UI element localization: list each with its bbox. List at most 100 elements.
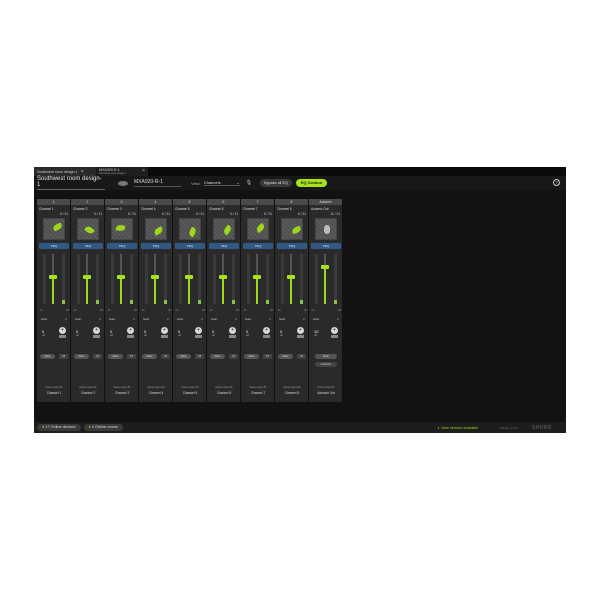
gain-stepper[interactable]: 0 dB +	[245, 327, 271, 341]
mute-button[interactable]: Mute	[40, 354, 55, 359]
fader-knob[interactable]	[287, 274, 295, 279]
strip-name[interactable]: Channel 3	[107, 207, 122, 211]
plus-icon[interactable]: +	[127, 327, 134, 334]
gain-stepper[interactable]: 10 dB +	[313, 327, 339, 341]
tab-device[interactable]: MXA920-R-1 Southwest room design-1 ×	[96, 167, 148, 176]
gain-stepper[interactable]: 0 dB +	[211, 327, 237, 341]
strip-name[interactable]: Channel 4	[141, 207, 156, 211]
plus-icon[interactable]: +	[195, 327, 202, 334]
online-devices-button[interactable]: ● 17 Online devices	[37, 424, 81, 431]
close-icon[interactable]: ×	[142, 168, 145, 174]
gain-stepper[interactable]: 0 dB +	[143, 327, 169, 341]
peq-button[interactable]: PEQ	[175, 243, 205, 249]
peq-button[interactable]: PEQ	[243, 243, 273, 249]
fader-knob[interactable]	[83, 274, 91, 279]
minus-icon[interactable]	[59, 335, 66, 338]
channel-toggle[interactable]: Off	[161, 354, 170, 359]
fader-knob[interactable]	[253, 274, 261, 279]
gain-stepper[interactable]: 0 dB +	[109, 327, 135, 341]
channel-toggle[interactable]: Off	[229, 354, 238, 359]
automix-icon[interactable]	[315, 218, 337, 240]
peq-button[interactable]: PEQ	[311, 243, 341, 249]
plus-icon[interactable]: +	[263, 327, 270, 334]
coverage-lobe-icon[interactable]	[111, 218, 133, 240]
channel-toggle[interactable]: Off	[93, 354, 102, 359]
link-icon[interactable]: ∞	[337, 317, 339, 321]
peq-button[interactable]: PEQ	[107, 243, 137, 249]
minus-icon[interactable]	[229, 335, 236, 338]
plus-icon[interactable]: +	[161, 327, 168, 334]
mute-button[interactable]: Mute	[74, 354, 89, 359]
gain-stepper[interactable]: 0 dB +	[177, 327, 203, 341]
install-mtx-button[interactable]: Install Mtx	[315, 362, 337, 367]
mute-button[interactable]: Mute	[244, 354, 259, 359]
fader-knob[interactable]	[219, 274, 227, 279]
plus-icon[interactable]: +	[59, 327, 66, 334]
tab-room-design[interactable]: Southwest room design-1 ×	[34, 167, 96, 176]
plus-icon[interactable]: +	[229, 327, 236, 334]
minus-icon[interactable]	[93, 335, 100, 338]
fader-knob[interactable]	[117, 274, 125, 279]
link-icon[interactable]: ∞	[269, 317, 271, 321]
minus-icon[interactable]	[161, 335, 168, 338]
minus-icon[interactable]	[195, 335, 202, 338]
eq-contour-button[interactable]: EQ Contour	[295, 179, 328, 187]
mute-button[interactable]: Mute	[176, 354, 191, 359]
bypass-all-eq-button[interactable]: Bypass all EQ	[260, 179, 292, 187]
view-select[interactable]: Channels ⌄	[203, 180, 240, 186]
gain-stepper[interactable]: 0 dB +	[75, 327, 101, 341]
link-icon[interactable]: ∞	[235, 317, 237, 321]
plus-icon[interactable]: +	[331, 327, 338, 334]
link-icon[interactable]: ∞	[167, 317, 169, 321]
mute-button[interactable]: Mute	[108, 354, 123, 359]
channel-toggle[interactable]: Off	[59, 354, 68, 359]
link-icon[interactable]: ∞	[65, 317, 67, 321]
link-icon[interactable]: ∞	[303, 317, 305, 321]
strip-name[interactable]: Channel 5	[175, 207, 190, 211]
peq-button[interactable]: PEQ	[73, 243, 103, 249]
coverage-lobe-icon[interactable]	[179, 218, 201, 240]
strip-name[interactable]: Channel 1	[39, 207, 54, 211]
link-icon[interactable]: ∞	[99, 317, 101, 321]
minus-icon[interactable]	[263, 335, 270, 338]
mute-button[interactable]: Mute	[315, 354, 337, 359]
strip-name[interactable]: Automix Out	[311, 207, 329, 211]
channel-toggle[interactable]: Off	[195, 354, 204, 359]
microphone-icon[interactable]: 🎙	[246, 180, 252, 186]
coverage-lobe-icon[interactable]	[247, 218, 269, 240]
mute-button[interactable]: Mute	[278, 354, 293, 359]
channel-toggle[interactable]: Off	[263, 354, 272, 359]
coverage-lobe-icon[interactable]	[281, 218, 303, 240]
strip-name[interactable]: Channel 7	[243, 207, 258, 211]
fader-knob[interactable]	[185, 274, 193, 279]
online-rooms-button[interactable]: ● 4 Online rooms	[83, 424, 123, 431]
link-icon[interactable]: ∞	[133, 317, 135, 321]
peq-button[interactable]: PEQ	[39, 243, 69, 249]
coverage-lobe-icon[interactable]	[77, 218, 99, 240]
channel-toggle[interactable]: Off	[297, 354, 306, 359]
gain-stepper[interactable]: 0 dB +	[279, 327, 305, 341]
mute-button[interactable]: Mute	[142, 354, 157, 359]
plus-icon[interactable]: +	[297, 327, 304, 334]
peq-button[interactable]: PEQ	[209, 243, 239, 249]
minus-icon[interactable]	[127, 335, 134, 338]
channel-toggle[interactable]: Off	[127, 354, 136, 359]
strip-name[interactable]: Channel 2	[73, 207, 88, 211]
strip-name[interactable]: Channel 8	[277, 207, 292, 211]
gain-stepper[interactable]: 0 dB +	[41, 327, 67, 341]
coverage-lobe-icon[interactable]	[213, 218, 235, 240]
help-icon[interactable]: ?	[553, 179, 560, 186]
device-name-field[interactable]: MXA920-R-1	[134, 179, 181, 187]
fader-knob[interactable]	[49, 274, 57, 279]
strip-name[interactable]: Channel 6	[209, 207, 224, 211]
minus-icon[interactable]	[297, 335, 304, 338]
coverage-lobe-icon[interactable]	[145, 218, 167, 240]
fader-knob[interactable]	[151, 274, 159, 279]
peq-button[interactable]: PEQ	[141, 243, 171, 249]
minus-icon[interactable]	[331, 335, 338, 338]
new-version-link[interactable]: ⇩ New version available	[437, 425, 478, 430]
plus-icon[interactable]: +	[93, 327, 100, 334]
peq-button[interactable]: PEQ	[277, 243, 307, 249]
mute-button[interactable]: Mute	[210, 354, 225, 359]
fader-knob[interactable]	[321, 264, 329, 269]
